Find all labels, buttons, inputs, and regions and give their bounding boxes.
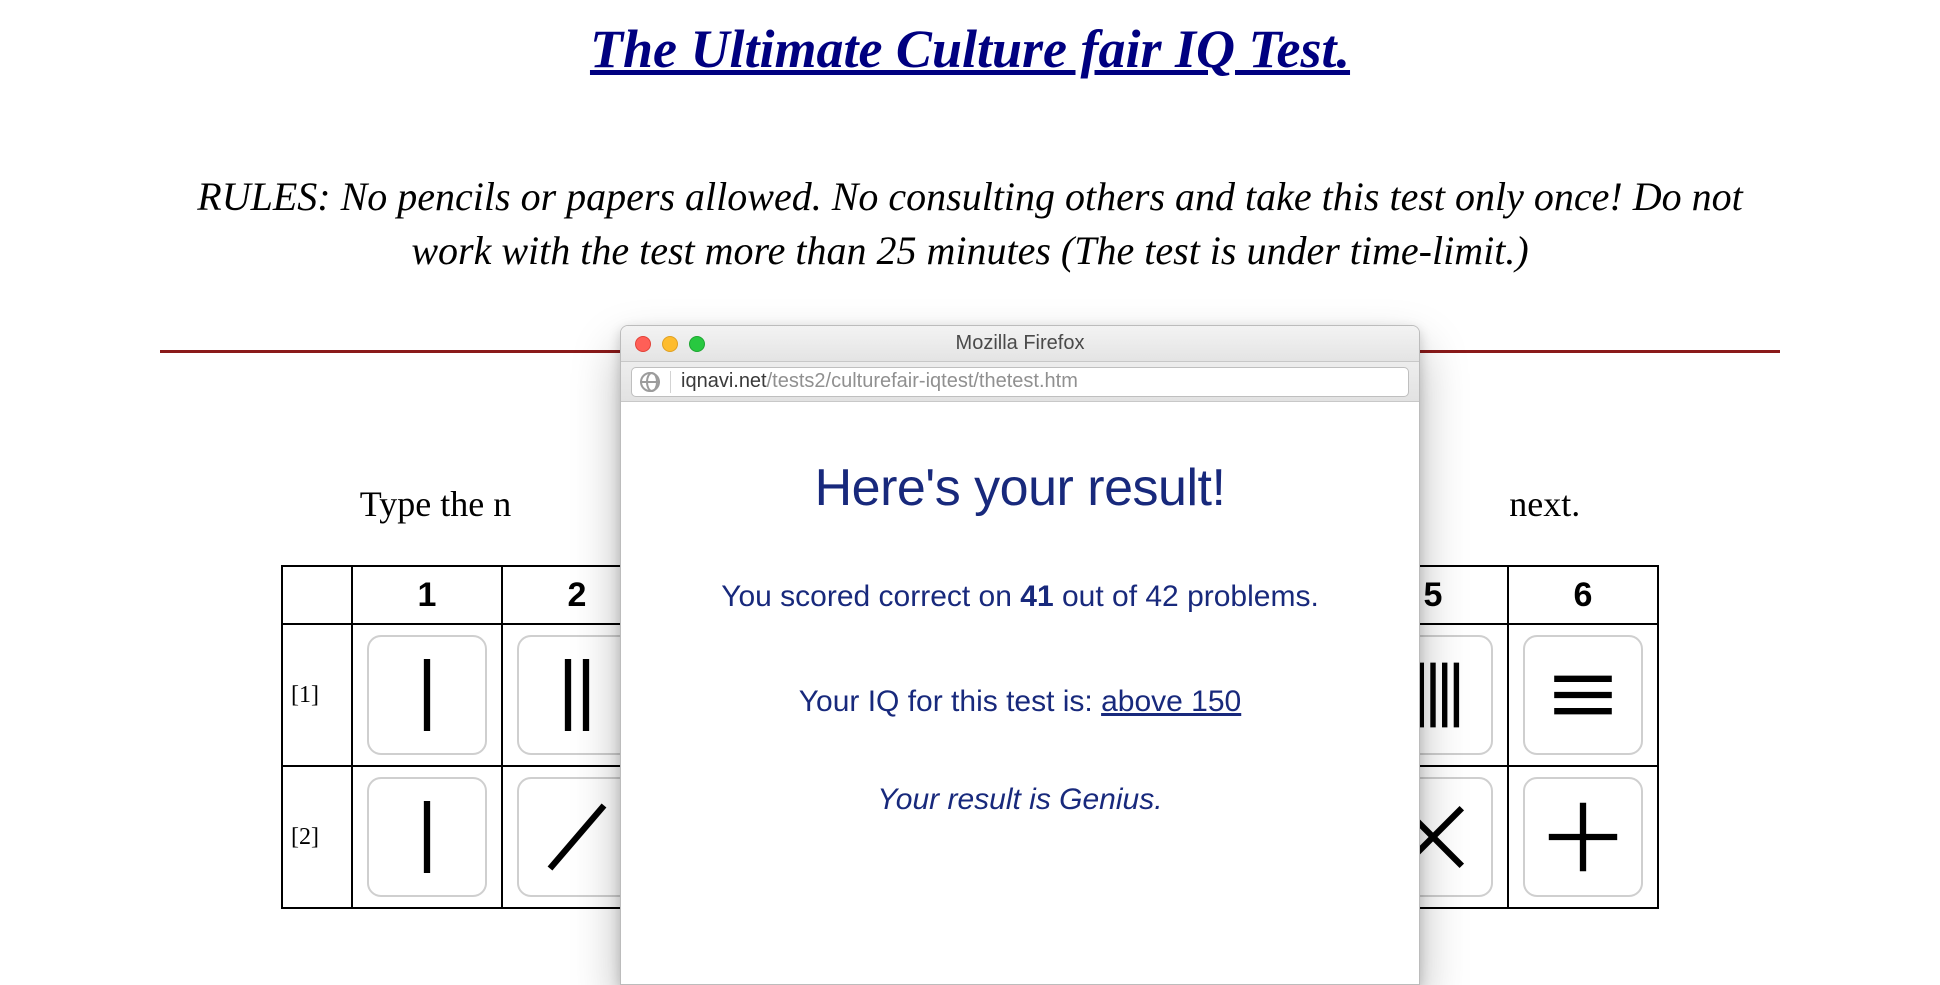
choice-cell[interactable] xyxy=(352,624,502,766)
instruction-right: next. xyxy=(1509,484,1580,524)
address-bar[interactable]: iqnavi.net/tests2/culturefair-iqtest/the… xyxy=(631,367,1409,397)
choice-cell[interactable] xyxy=(352,766,502,908)
pattern-tile xyxy=(1523,777,1643,897)
addressbar-separator xyxy=(670,371,671,393)
page-title: The Ultimate Culture fair IQ Test. xyxy=(0,0,1940,80)
iq-prefix: Your IQ for this test is: xyxy=(799,685,1101,718)
diagonal-line-icon xyxy=(532,792,622,882)
rules-text: RULES: No pencils or papers allowed. No … xyxy=(0,170,1940,278)
pattern-tile xyxy=(517,777,637,897)
pattern-tile xyxy=(517,635,637,755)
window-title: Mozilla Firefox xyxy=(621,332,1419,355)
score-suffix: out of 42 problems. xyxy=(1054,580,1319,613)
table-blank-header xyxy=(282,566,352,624)
row-number: [1] xyxy=(282,624,352,766)
result-heading: Here's your result! xyxy=(681,458,1359,518)
result-iq: Your IQ for this test is: above 150 xyxy=(681,685,1359,719)
result-genius: Your result is Genius. xyxy=(681,783,1359,817)
window-titlebar[interactable]: Mozilla Firefox xyxy=(621,326,1419,362)
pattern-tile xyxy=(367,635,487,755)
addressbar-row: iqnavi.net/tests2/culturefair-iqtest/the… xyxy=(621,362,1419,402)
popup-content: Here's your result! You scored correct o… xyxy=(621,402,1419,984)
col-header: 1 xyxy=(352,566,502,624)
choice-cell[interactable] xyxy=(1508,624,1658,766)
two-vertical-lines-icon xyxy=(532,650,622,740)
score-correct-count: 41 xyxy=(1020,580,1053,613)
url-path: /tests2/culturefair-iqtest/thetest.htm xyxy=(767,370,1078,392)
globe-icon xyxy=(640,372,660,392)
url-text: iqnavi.net/tests2/culturefair-iqtest/the… xyxy=(681,370,1078,393)
one-vertical-line-icon xyxy=(382,792,472,882)
url-domain: iqnavi.net xyxy=(681,370,767,392)
row-number: [2] xyxy=(282,766,352,908)
browser-popup-window: Mozilla Firefox iqnavi.net/tests2/cultur… xyxy=(620,325,1420,985)
result-score: You scored correct on 41 out of 42 probl… xyxy=(681,574,1359,621)
pattern-tile xyxy=(1523,635,1643,755)
iq-value: above 150 xyxy=(1101,685,1241,718)
one-vertical-line-icon xyxy=(382,650,472,740)
pattern-tile xyxy=(367,777,487,897)
instruction-left: Type the n xyxy=(360,484,511,524)
choice-cell[interactable] xyxy=(1508,766,1658,908)
plus-icon xyxy=(1538,792,1628,882)
three-horizontal-lines-icon xyxy=(1538,650,1628,740)
score-prefix: You scored correct on xyxy=(721,580,1020,613)
col-header: 6 xyxy=(1508,566,1658,624)
